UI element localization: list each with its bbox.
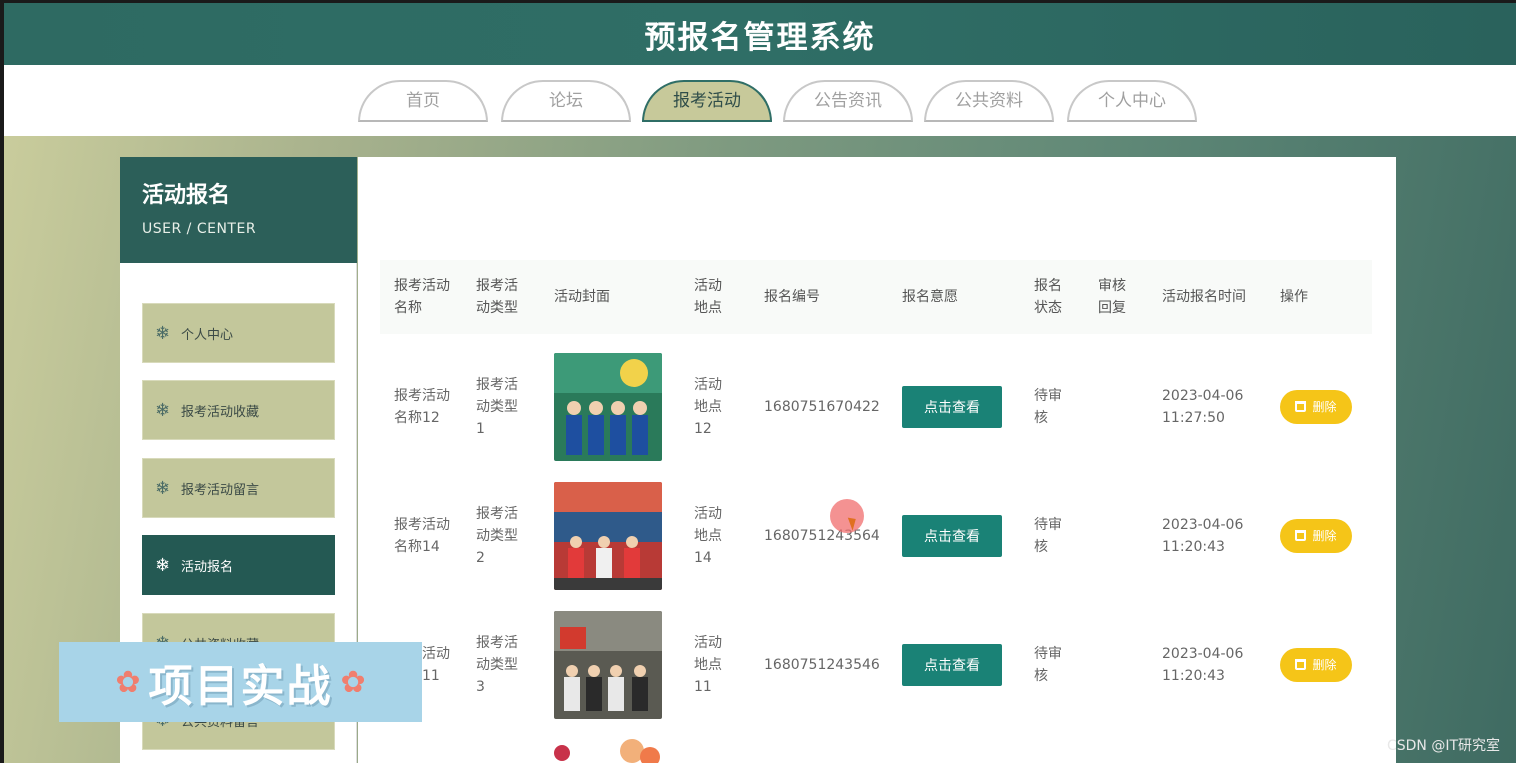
col-intent: 报名意愿 <box>902 289 958 305</box>
col-cover: 活动封面 <box>554 289 610 305</box>
reg-clock: 11:20:43 <box>1162 667 1225 684</box>
view-button[interactable]: 点击查看 <box>902 385 1002 428</box>
reg-number-cell: 1680751243546 <box>764 656 880 673</box>
status-cell: 待审核 <box>1034 516 1062 555</box>
cover-cell <box>554 342 662 471</box>
col-reg-number: 报名编号 <box>764 289 820 305</box>
activity-name-cell: 报考活动名称12 <box>394 387 450 426</box>
snowflake-icon: ❄ <box>155 399 171 421</box>
app-title: 预报名管理系统 <box>644 19 876 56</box>
delete-button[interactable]: 删除 <box>1280 389 1352 424</box>
snowflake-icon: ❄ <box>155 477 171 499</box>
trash-icon <box>1295 401 1307 412</box>
delete-label: 删除 <box>1312 400 1337 414</box>
col-status: 报名状态 <box>1034 278 1062 316</box>
activity-cover-image[interactable] <box>554 352 662 461</box>
sidebar-item-activity-favorites[interactable]: ❄ 报考活动收藏 <box>142 380 335 440</box>
delete-label: 删除 <box>1312 529 1337 543</box>
reg-clock: 11:20:43 <box>1162 538 1225 555</box>
actions-cell: 删除 <box>1280 342 1352 471</box>
view-button[interactable]: 点击查看 <box>902 643 1002 686</box>
reg-date: 2023-04-06 <box>1162 645 1244 662</box>
reply-cell <box>1098 342 1132 471</box>
reply-cell <box>1098 471 1132 600</box>
col-actions: 操作 <box>1280 289 1308 305</box>
cover-cell <box>554 600 662 729</box>
location-cell: 活动地点14 <box>694 505 722 566</box>
col-activity-name: 报考活动名称 <box>394 278 450 316</box>
snowflake-icon: ❄ <box>155 554 171 576</box>
project-banner: ✿ 项目实战 ✿ <box>59 642 422 722</box>
sidebar-subtitle: USER / CENTER <box>142 221 257 237</box>
top-nav: 首页 论坛 报考活动 公告资讯 公共资料 个人中心 <box>4 65 1516 136</box>
view-button[interactable]: 点击查看 <box>902 514 1002 557</box>
actions-cell: 删除 <box>1280 471 1352 600</box>
table-row: 报考活动名称11 报考活动类型3 活动地点11 1680751243546 点击… <box>380 600 1372 729</box>
flower-icon: ✿ <box>115 664 141 700</box>
sidebar-item-label: 活动报名 <box>181 559 234 575</box>
sidebar-title: 活动报名 <box>142 183 231 208</box>
watermark: CSDN @IT研究室 <box>1386 738 1500 754</box>
reg-number-cell: 1680751670422 <box>764 398 880 415</box>
col-location: 活动地点 <box>694 278 722 316</box>
col-reply: 审核回复 <box>1098 278 1126 316</box>
tab-forum[interactable]: 论坛 <box>501 80 631 122</box>
delete-button[interactable]: 删除 <box>1280 647 1352 682</box>
status-cell: 待审核 <box>1034 387 1062 426</box>
col-reg-time: 活动报名时间 <box>1162 289 1246 305</box>
banner-text: 项目实战 <box>148 661 333 712</box>
reg-time-cell: 2023-04-06 11:20:43 <box>1162 600 1252 729</box>
sidebar-item-label: 报考活动留言 <box>181 482 260 498</box>
activity-cover-image[interactable] <box>554 610 662 719</box>
sidebar-item-activity-registration[interactable]: ❄ 活动报名 <box>142 535 335 595</box>
tab-announcements[interactable]: 公告资讯 <box>783 80 913 122</box>
reg-time-cell: 2023-04-06 11:27:50 <box>1162 342 1252 471</box>
intent-cell: 点击查看 <box>902 342 1002 471</box>
status-cell: 待审核 <box>1034 645 1062 684</box>
intent-cell: 点击查看 <box>902 471 1002 600</box>
reg-date: 2023-04-06 <box>1162 387 1244 404</box>
snowflake-icon: ❄ <box>155 322 171 344</box>
flower-icon: ✿ <box>340 664 366 700</box>
activity-name-cell: 报考活动名称14 <box>394 516 450 555</box>
sidebar-item-label: 个人中心 <box>181 327 234 343</box>
cover-cell <box>554 471 662 600</box>
table-row: 报考活动名称12 报考活动类型1 活动地点12 1680751670422 点击… <box>380 342 1372 471</box>
sidebar-item-personal-center[interactable]: ❄ 个人中心 <box>142 303 335 363</box>
location-cell: 活动地点11 <box>694 634 722 695</box>
tab-exam-activities[interactable]: 报考活动 <box>642 80 772 122</box>
activity-cover-image <box>554 739 662 763</box>
reg-time-cell: 2023-04-06 11:20:43 <box>1162 471 1252 600</box>
sidebar-item-label: 报考活动收藏 <box>181 404 260 420</box>
reg-number-cell: 1680751243564 <box>764 527 880 544</box>
delete-label: 删除 <box>1312 658 1337 672</box>
table-header: 报考活动名称 报考活动类型 活动封面 活动地点 报名编号 报名意愿 报名状态 审… <box>380 260 1372 334</box>
tab-home[interactable]: 首页 <box>358 80 488 122</box>
activity-type-cell: 报考活动类型2 <box>476 505 518 566</box>
trash-icon <box>1295 530 1307 541</box>
col-activity-type: 报考活动类型 <box>476 278 518 316</box>
reg-date: 2023-04-06 <box>1162 516 1244 533</box>
reg-clock: 11:27:50 <box>1162 409 1225 426</box>
intent-cell: 点击查看 <box>902 600 1002 729</box>
tab-personal-center[interactable]: 个人中心 <box>1067 80 1197 122</box>
activity-cover-image[interactable] <box>554 481 662 590</box>
delete-button[interactable]: 删除 <box>1280 518 1352 553</box>
tab-public-materials[interactable]: 公共资料 <box>924 80 1054 122</box>
activity-type-cell: 报考活动类型3 <box>476 634 518 695</box>
sidebar-item-activity-messages[interactable]: ❄ 报考活动留言 <box>142 458 335 518</box>
actions-cell: 删除 <box>1280 600 1352 729</box>
trash-icon <box>1295 659 1307 670</box>
activity-type-cell: 报考活动类型1 <box>476 376 518 437</box>
table-row: 报考活动名称14 报考活动类型2 活动地点14 1680751243564 点击… <box>380 471 1372 600</box>
location-cell: 活动地点12 <box>694 376 722 437</box>
app-header: 预报名管理系统 <box>4 3 1516 65</box>
main-panel: 报考活动名称 报考活动类型 活动封面 活动地点 报名编号 报名意愿 报名状态 审… <box>358 157 1396 763</box>
sidebar-header: 活动报名 USER / CENTER <box>120 157 357 263</box>
reply-cell <box>1098 600 1132 729</box>
